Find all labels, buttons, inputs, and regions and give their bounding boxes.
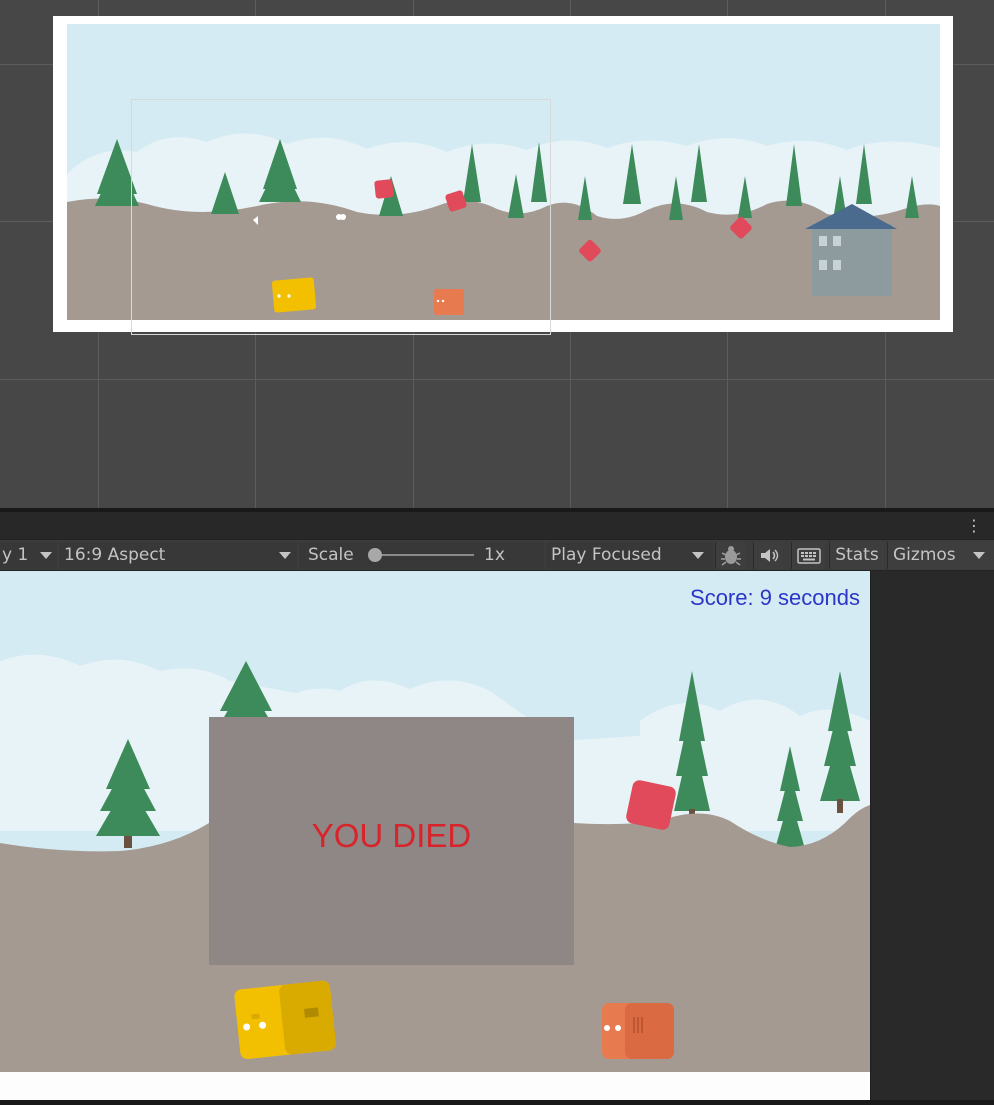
chevron-down-icon (279, 552, 291, 559)
more-vertical-icon[interactable]: ⋮ (966, 517, 982, 535)
aspect-dropdown[interactable]: 16:9 Aspect (59, 542, 297, 569)
grid-line (0, 379, 994, 380)
stats-button[interactable]: Stats (829, 542, 884, 569)
chevron-down-icon (40, 552, 52, 559)
game-tab-bar: ⋮ (0, 512, 994, 539)
gizmos-label: Gizmos (893, 545, 956, 565)
scene-view[interactable] (0, 0, 994, 508)
shortcuts-button[interactable] (791, 542, 825, 569)
score-label: Score: 9 seconds (690, 585, 860, 610)
bug-toggle-button[interactable] (715, 542, 745, 569)
play-mode-dropdown[interactable]: Play Focused (546, 542, 713, 569)
gizmos-dropdown[interactable]: Gizmos (887, 542, 994, 569)
scale-slider-handle[interactable] (368, 548, 382, 562)
speaker-icon (761, 549, 779, 562)
stats-label: Stats (835, 545, 879, 565)
camera-bounds-rect (131, 99, 551, 335)
game-view-letterbox (0, 1072, 870, 1100)
aspect-dropdown-label: 16:9 Aspect (64, 545, 166, 565)
bottom-border (0, 1100, 994, 1105)
mute-audio-button[interactable] (753, 542, 783, 569)
display-dropdown-label: y 1 (2, 545, 29, 565)
scale-slider-track[interactable] (376, 554, 474, 556)
scale-value-text: 1x (484, 545, 505, 565)
death-panel: YOU DIED (209, 717, 574, 965)
scale-label: Scale (308, 545, 354, 565)
scale-value: 1x (484, 542, 524, 569)
keyboard-icon (797, 548, 821, 564)
empty-side-panel (870, 571, 994, 1105)
play-mode-label: Play Focused (551, 545, 662, 565)
chevron-down-icon (973, 552, 985, 559)
display-dropdown[interactable]: y 1 (0, 542, 57, 569)
death-message: YOU DIED (311, 817, 472, 854)
bug-icon (721, 546, 741, 566)
game-view[interactable]: Score: 9 seconds YOU DIED (0, 571, 870, 1072)
chevron-down-icon (692, 552, 704, 559)
game-view-toolbar: y 1 16:9 Aspect Scale 1x Play Focused St… (0, 539, 994, 571)
